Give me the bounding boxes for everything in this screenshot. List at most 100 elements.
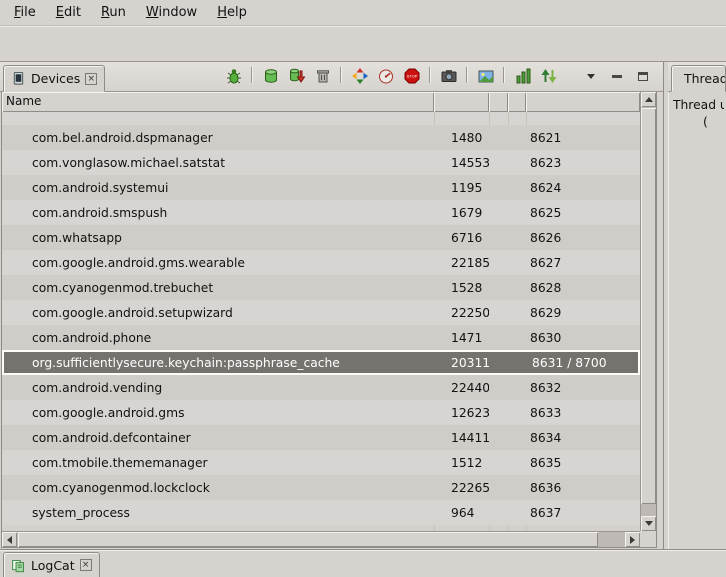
table-row[interactable]: com.whatsapp 6716 8626 bbox=[2, 225, 640, 250]
devices-tabbar: Devices × bbox=[0, 62, 663, 92]
process-pid: 20311 bbox=[436, 356, 491, 370]
process-port: 8635 bbox=[526, 456, 640, 470]
toolbar-separator bbox=[340, 67, 342, 83]
menu-bar: File Edit Run Window Help bbox=[0, 0, 726, 26]
process-pid: 1480 bbox=[434, 131, 489, 145]
scroll-up-button[interactable] bbox=[641, 92, 656, 107]
minimize-icon[interactable] bbox=[604, 65, 629, 87]
dump-hprof-icon[interactable] bbox=[284, 65, 309, 87]
column-header-pid[interactable] bbox=[434, 92, 489, 112]
maximize-icon[interactable] bbox=[630, 65, 655, 87]
process-name: com.vonglasow.michael.satstat bbox=[2, 156, 434, 170]
menu-file[interactable]: File bbox=[4, 2, 46, 23]
tab-logcat[interactable]: LogCat × bbox=[3, 552, 100, 577]
horizontal-scrollbar[interactable] bbox=[2, 531, 640, 547]
table-row[interactable]: com.android.smspush 1679 8625 bbox=[2, 200, 640, 225]
tab-logcat-label: LogCat bbox=[31, 558, 75, 573]
process-pid: 22265 bbox=[434, 481, 489, 495]
table-row[interactable]: com.cyanogenmod.lockclock 22265 8636 bbox=[2, 475, 640, 500]
update-heap-icon[interactable] bbox=[258, 65, 283, 87]
menu-window[interactable]: Window bbox=[136, 2, 207, 23]
process-port: 8637 bbox=[526, 506, 640, 520]
threads-message-line2: ( bbox=[673, 114, 724, 131]
menu-help[interactable]: Help bbox=[207, 2, 257, 23]
close-icon[interactable]: × bbox=[80, 559, 92, 571]
cause-gc-icon[interactable] bbox=[310, 65, 335, 87]
process-port: 8624 bbox=[526, 181, 640, 195]
start-method-profiling-icon[interactable] bbox=[373, 65, 398, 87]
network-statistics-icon[interactable] bbox=[536, 65, 561, 87]
process-name: com.google.android.setupwizard bbox=[2, 306, 434, 320]
threads-message-line1: Thread up bbox=[673, 97, 724, 114]
process-name: com.android.defcontainer bbox=[2, 431, 434, 445]
process-pid: 14411 bbox=[434, 431, 489, 445]
toolbar-separator bbox=[466, 67, 468, 83]
process-port: 8627 bbox=[526, 256, 640, 270]
column-header-empty[interactable] bbox=[508, 92, 526, 112]
table-row[interactable]: com.android.systemui 1195 8624 bbox=[2, 175, 640, 200]
device-icon bbox=[11, 71, 26, 86]
tab-devices-label: Devices bbox=[31, 71, 80, 86]
main-split: Devices × bbox=[0, 62, 726, 549]
table-row[interactable]: system_process 964 8637 bbox=[2, 500, 640, 525]
toolbar-separator bbox=[503, 67, 505, 83]
table-row[interactable]: com.tmobile.thememanager 1512 8635 bbox=[2, 450, 640, 475]
table-row-selected[interactable]: org.sufficientlysecure.keychain:passphra… bbox=[2, 350, 640, 375]
ddms-window: File Edit Run Window Help Devices × bbox=[0, 0, 726, 577]
table-row[interactable]: com.android.vending 22440 8632 bbox=[2, 375, 640, 400]
close-icon[interactable]: × bbox=[85, 73, 97, 85]
scroll-left-button[interactable] bbox=[2, 532, 17, 547]
table-row[interactable]: com.google.android.gms 12623 8633 bbox=[2, 400, 640, 425]
screen-capture-icon[interactable] bbox=[436, 65, 461, 87]
process-port: 8636 bbox=[526, 481, 640, 495]
process-pid: 964 bbox=[434, 506, 489, 520]
column-header-port[interactable] bbox=[526, 92, 640, 112]
process-port: 8628 bbox=[526, 281, 640, 295]
process-name: com.android.smspush bbox=[2, 206, 434, 220]
table-row[interactable]: com.android.defcontainer 14411 8634 bbox=[2, 425, 640, 450]
capture-view-hierarchy-icon[interactable] bbox=[510, 65, 535, 87]
threads-panel: Threads Thread up ( bbox=[668, 62, 726, 549]
table-row[interactable]: com.android.phone 1471 8630 bbox=[2, 325, 640, 350]
main-toolbar-strip bbox=[0, 26, 726, 62]
horizontal-scrollbar-thumb[interactable] bbox=[18, 532, 598, 547]
process-name: system_process bbox=[2, 506, 434, 520]
screen-record-icon[interactable] bbox=[473, 65, 498, 87]
menu-run[interactable]: Run bbox=[91, 2, 136, 23]
process-port: 8621 bbox=[526, 131, 640, 145]
vertical-scrollbar[interactable] bbox=[640, 92, 656, 531]
table-row[interactable]: com.vonglasow.michael.satstat 14553 8623 bbox=[2, 150, 640, 175]
vertical-scrollbar-thumb[interactable] bbox=[641, 108, 656, 504]
stop-process-icon[interactable]: STOP bbox=[399, 65, 424, 87]
table-row[interactable]: com.google.android.setupwizard 22250 862… bbox=[2, 300, 640, 325]
process-name: com.google.android.gms.wearable bbox=[2, 256, 434, 270]
table-row[interactable]: com.google.android.gms.wearable 22185 86… bbox=[2, 250, 640, 275]
scroll-right-button[interactable] bbox=[625, 532, 640, 547]
process-pid: 22440 bbox=[434, 381, 489, 395]
process-name: org.sufficientlysecure.keychain:passphra… bbox=[4, 356, 436, 370]
devices-toolbar: STOP bbox=[221, 65, 663, 91]
view-menu-icon[interactable] bbox=[578, 65, 603, 87]
process-name: com.bel.android.dspmanager bbox=[2, 131, 434, 145]
process-name: com.cyanogenmod.trebuchet bbox=[2, 281, 434, 295]
debug-process-icon[interactable] bbox=[221, 65, 246, 87]
table-row[interactable]: com.bel.android.dspmanager 1480 8621 bbox=[2, 125, 640, 150]
devices-panel: Devices × bbox=[0, 62, 664, 549]
update-threads-icon[interactable] bbox=[347, 65, 372, 87]
process-port: 8625 bbox=[526, 206, 640, 220]
process-pid: 22185 bbox=[434, 256, 489, 270]
tab-devices[interactable]: Devices × bbox=[3, 65, 105, 92]
table-row[interactable]: com.cyanogenmod.trebuchet 1528 8628 bbox=[2, 275, 640, 300]
column-header-name[interactable]: Name bbox=[2, 92, 434, 112]
tab-threads[interactable]: Threads bbox=[671, 65, 726, 92]
process-port: 8632 bbox=[526, 381, 640, 395]
process-name: com.whatsapp bbox=[2, 231, 434, 245]
process-name: com.cyanogenmod.lockclock bbox=[2, 481, 434, 495]
column-header-empty[interactable] bbox=[489, 92, 508, 112]
process-pid: 1512 bbox=[434, 456, 489, 470]
devices-table: Name com.bel.android.dspmanager 1480 bbox=[1, 92, 657, 548]
toolbar-separator bbox=[429, 67, 431, 83]
menu-edit[interactable]: Edit bbox=[46, 2, 91, 23]
scroll-down-button[interactable] bbox=[641, 516, 656, 531]
process-pid: 1528 bbox=[434, 281, 489, 295]
